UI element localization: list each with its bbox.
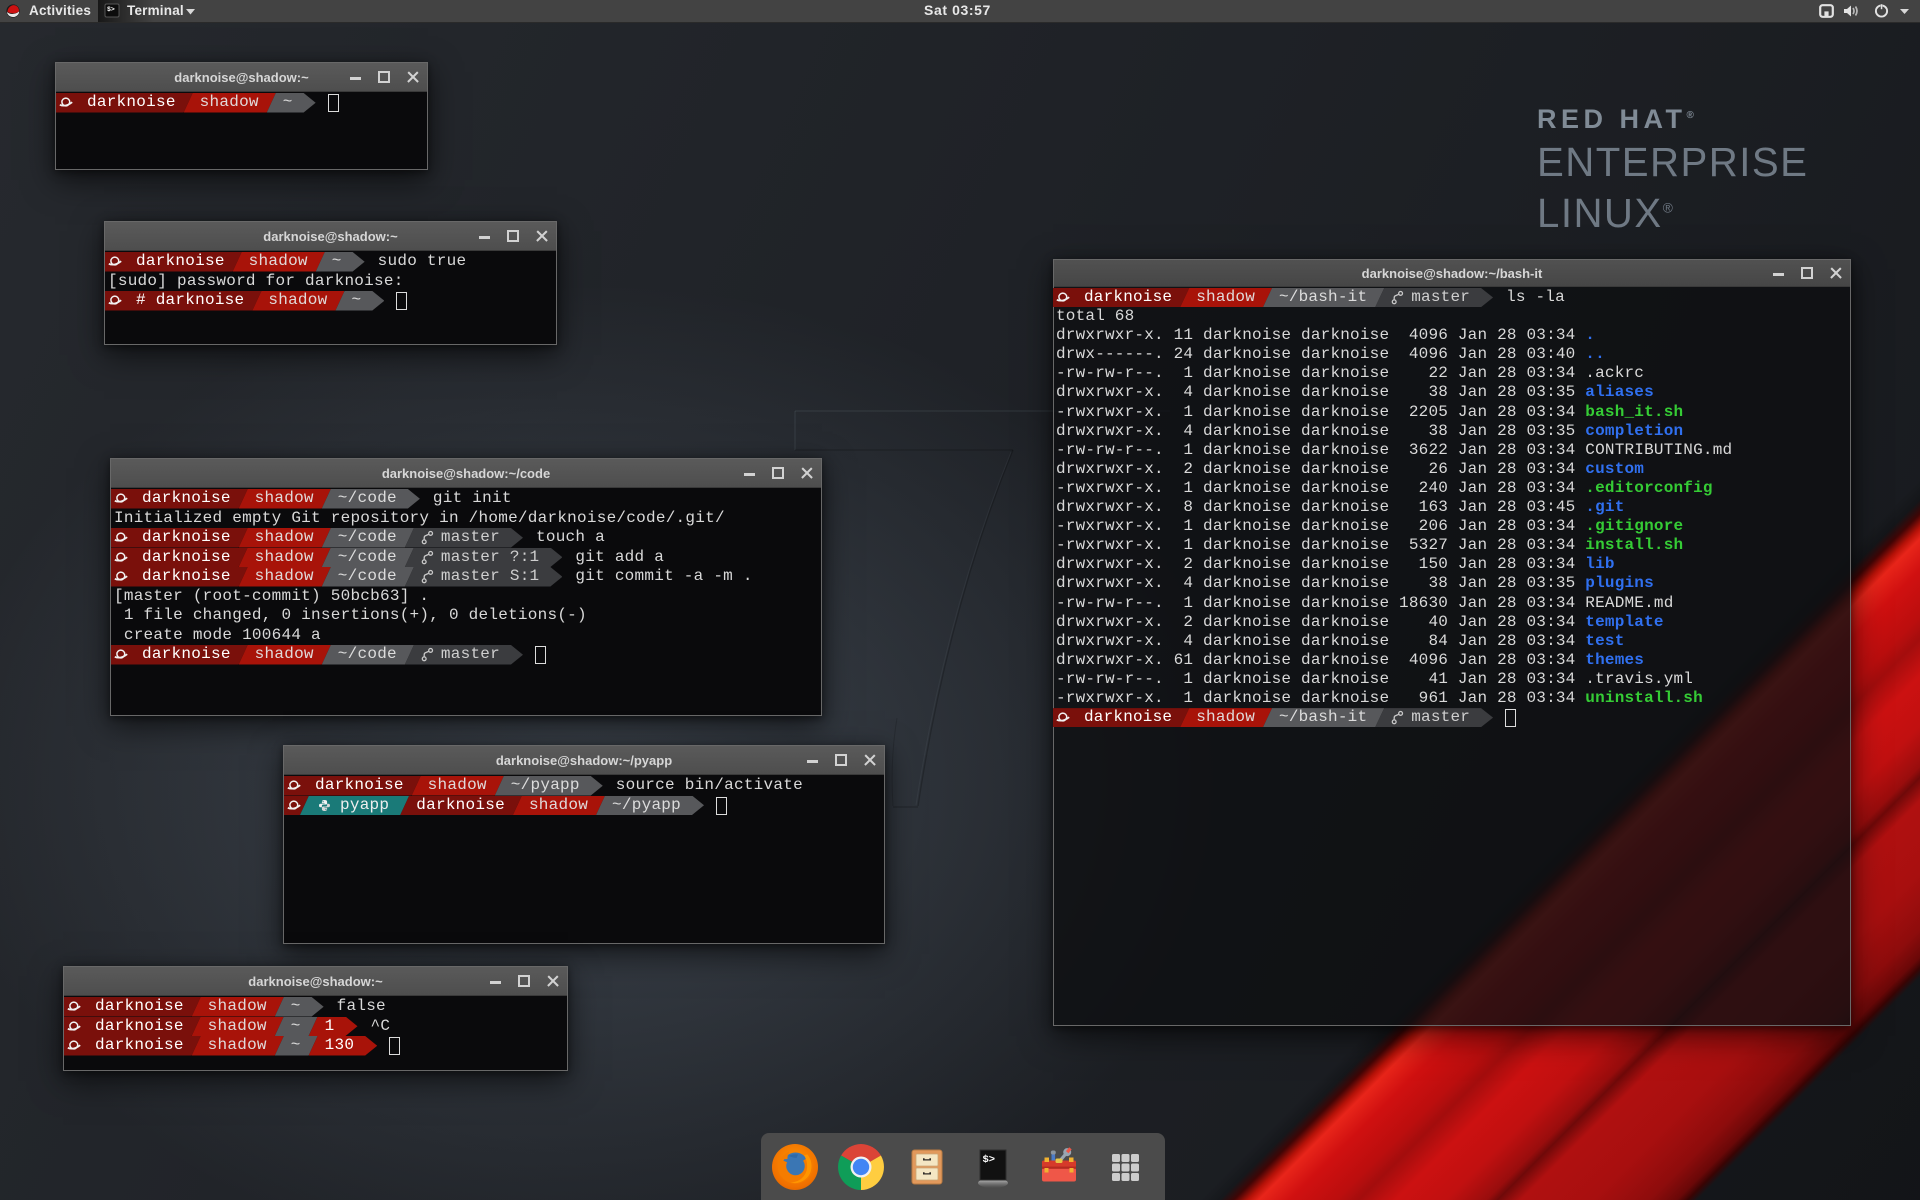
svg-text:$>: $> <box>107 6 115 13</box>
svg-text:$>: $> <box>983 1154 996 1166</box>
